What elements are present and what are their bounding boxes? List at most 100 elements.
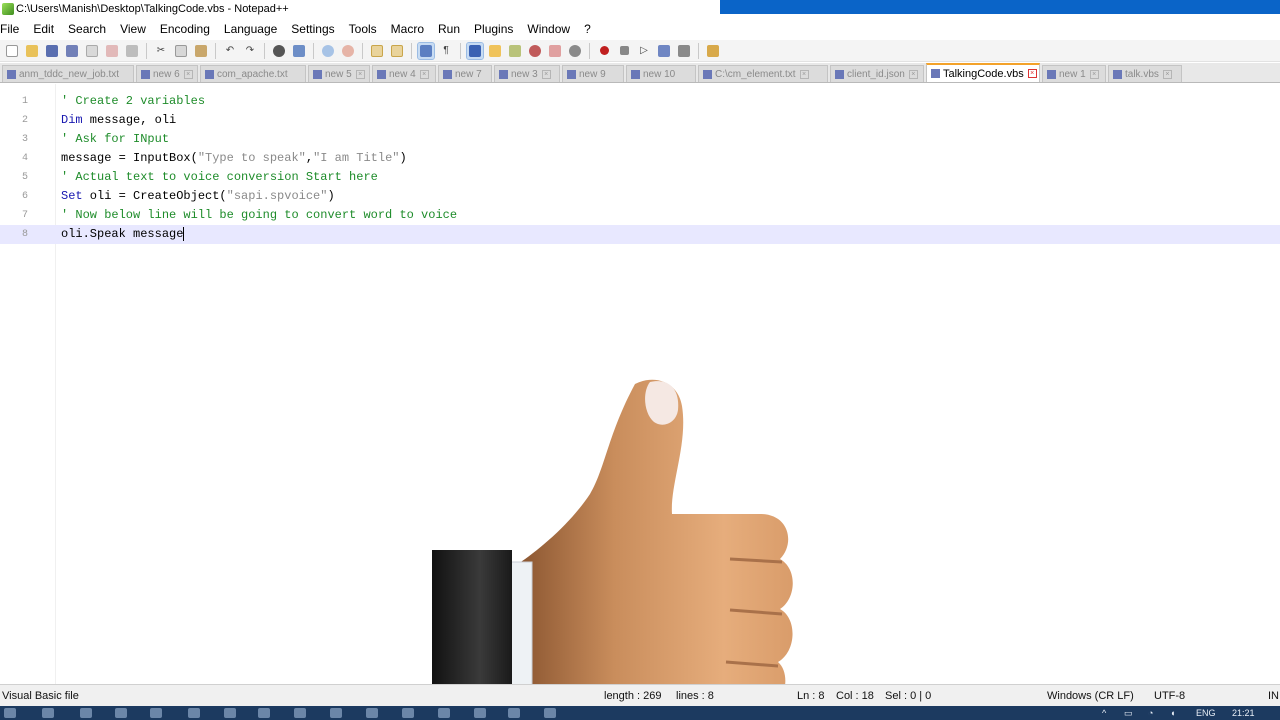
app-icon[interactable] (258, 708, 270, 718)
undo-icon[interactable]: ↶ (222, 43, 238, 59)
input-language[interactable]: ENG (1196, 706, 1216, 720)
close-tab-icon[interactable]: × (799, 69, 809, 79)
indent-guide-icon[interactable] (466, 41, 484, 60)
close-tab-icon[interactable]: × (1089, 69, 1099, 79)
close-tab-icon[interactable]: × (183, 69, 193, 79)
app-icon[interactable] (474, 708, 486, 718)
network-icon[interactable]: ▭ (1124, 706, 1133, 720)
save-macro-icon[interactable] (676, 43, 692, 59)
stop-record-icon[interactable] (616, 43, 632, 59)
monitoring-icon[interactable] (547, 43, 563, 59)
close-all-icon[interactable] (104, 43, 120, 59)
menu-tools[interactable]: Tools (342, 22, 384, 36)
tab-document[interactable]: new 10 (626, 65, 696, 82)
menu-run[interactable]: Run (431, 22, 467, 36)
close-tab-icon[interactable]: × (908, 69, 918, 79)
app-icon[interactable] (188, 708, 200, 718)
app-icon[interactable] (508, 708, 520, 718)
close-tab-icon[interactable]: × (541, 69, 551, 79)
tab-document[interactable]: new 7 (438, 65, 492, 82)
menu-settings[interactable]: Settings (284, 22, 341, 36)
plugin-icon[interactable] (705, 43, 721, 59)
sync-vertical-icon[interactable] (369, 43, 385, 59)
menu-plugins[interactable]: Plugins (467, 22, 520, 36)
menu-language[interactable]: Language (217, 22, 284, 36)
tab-document[interactable]: anm_tddc_new_job.txt (2, 65, 134, 82)
close-tab-icon[interactable]: × (355, 69, 365, 79)
app-icon[interactable] (224, 708, 236, 718)
copy-icon[interactable] (173, 43, 189, 59)
search-icon[interactable] (42, 708, 54, 718)
replace-icon[interactable] (291, 43, 307, 59)
record-macro-icon[interactable] (596, 43, 612, 59)
print-icon[interactable] (124, 43, 140, 59)
code-line[interactable]: 6 Set oli = CreateObject("sapi.spvoice") (0, 187, 1280, 206)
menu-window[interactable]: Window (520, 22, 577, 36)
close-tab-icon[interactable]: × (1162, 69, 1172, 79)
show-all-chars-icon[interactable]: ¶ (438, 43, 454, 59)
find-icon[interactable] (271, 43, 287, 59)
app-icon[interactable] (544, 708, 556, 718)
playback-icon[interactable]: ▷ (636, 43, 652, 59)
app-icon[interactable] (150, 708, 162, 718)
save-all-icon[interactable] (64, 43, 80, 59)
menu-search[interactable]: Search (61, 22, 113, 36)
menu-help[interactable]: ? (577, 22, 598, 36)
wifi-icon[interactable]: ◔ (1148, 706, 1153, 720)
new-file-icon[interactable] (4, 43, 20, 59)
code-line[interactable]: 4 message = InputBox("Type to speak","I a… (0, 149, 1280, 168)
code-line[interactable]: 1 ' Create 2 variables (0, 92, 1280, 111)
tab-document[interactable]: new 5 × (308, 65, 370, 82)
volume-icon[interactable]: ◖ (1170, 706, 1175, 720)
zoom-out-icon[interactable] (340, 43, 356, 59)
tab-document[interactable]: client_id.json × (830, 65, 924, 82)
folder-workspace-icon[interactable] (527, 43, 543, 59)
tab-document[interactable]: talk.vbs × (1108, 65, 1182, 82)
menu-file[interactable]: File (0, 22, 26, 36)
menu-edit[interactable]: Edit (26, 22, 61, 36)
app-icon[interactable] (330, 708, 342, 718)
status-encoding[interactable]: UTF-8 (1154, 690, 1185, 702)
code-line[interactable]: 8 oli.Speak message (0, 225, 1280, 244)
tab-document[interactable]: new 1 × (1042, 65, 1106, 82)
code-editor[interactable]: 1 ' Create 2 variables 2 Dim message, oli 3 '… (0, 84, 1280, 720)
clock[interactable]: 21:21 (1232, 706, 1255, 720)
app-icon[interactable] (294, 708, 306, 718)
tab-document[interactable]: new 6 × (136, 65, 198, 82)
app-icon[interactable] (115, 708, 127, 718)
start-icon[interactable] (4, 708, 16, 718)
close-icon[interactable] (84, 43, 100, 59)
code-line[interactable]: 3 ' Ask for INput (0, 130, 1280, 149)
status-eol[interactable]: Windows (CR LF) (1047, 690, 1134, 702)
code-line[interactable]: 5 ' Actual text to voice conversion Start… (0, 168, 1280, 187)
tab-document[interactable]: new 9 (562, 65, 624, 82)
redo-icon[interactable]: ↷ (242, 43, 258, 59)
cut-icon[interactable]: ✂ (153, 43, 169, 59)
app-icon[interactable] (438, 708, 450, 718)
function-list-icon[interactable] (507, 43, 523, 59)
sync-horizontal-icon[interactable] (389, 43, 405, 59)
save-icon[interactable] (44, 43, 60, 59)
open-file-icon[interactable] (24, 43, 40, 59)
menu-macro[interactable]: Macro (384, 22, 431, 36)
eye-icon[interactable] (567, 43, 583, 59)
doc-map-icon[interactable] (487, 43, 503, 59)
word-wrap-icon[interactable] (417, 41, 435, 60)
zoom-in-icon[interactable] (320, 43, 336, 59)
tab-document[interactable]: new 4 × (372, 65, 436, 82)
task-view-icon[interactable] (80, 708, 92, 718)
close-tab-icon[interactable]: × (419, 69, 429, 79)
tray-chevron-icon[interactable]: ^ (1102, 706, 1106, 720)
app-icon[interactable] (402, 708, 414, 718)
tab-talkingcode-vbs[interactable]: TalkingCode.vbs × (926, 63, 1040, 82)
app-icon[interactable] (366, 708, 378, 718)
tab-document[interactable]: new 3 × (494, 65, 560, 82)
paste-icon[interactable] (193, 43, 209, 59)
run-macro-multiple-icon[interactable] (656, 43, 672, 59)
tab-document[interactable]: C:\cm_element.txt × (698, 65, 828, 82)
close-tab-icon[interactable]: × (1027, 69, 1037, 78)
menu-view[interactable]: View (113, 22, 153, 36)
code-line[interactable]: 2 Dim message, oli (0, 111, 1280, 130)
code-line[interactable]: 7 ' Now below line will be going to conve… (0, 206, 1280, 225)
tab-document[interactable]: com_apache.txt (200, 65, 306, 82)
